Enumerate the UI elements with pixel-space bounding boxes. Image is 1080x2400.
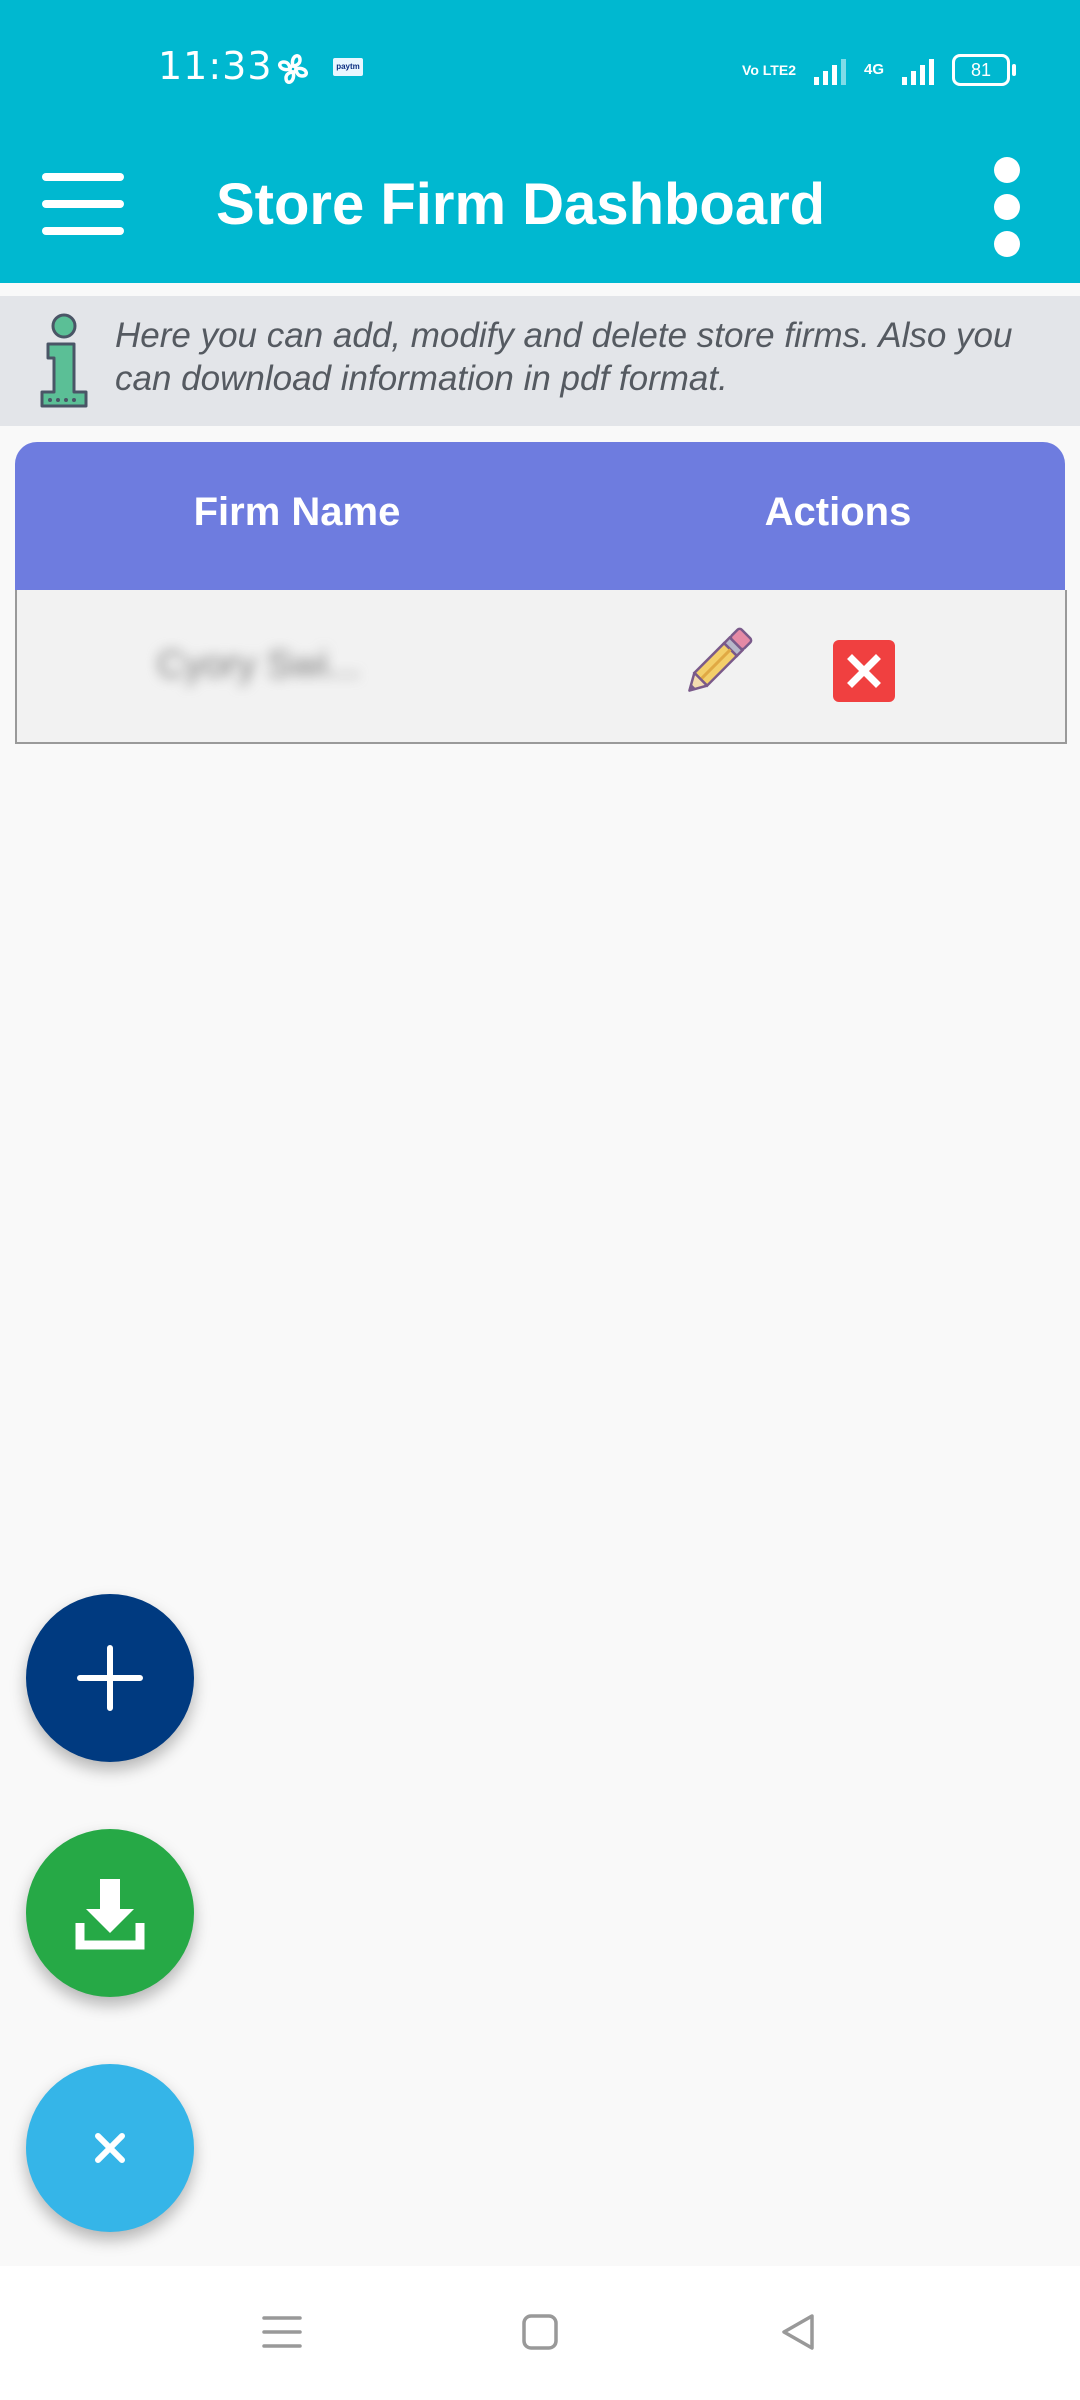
hamburger-icon[interactable] [42,169,126,239]
page-title: Store Firm Dashboard [216,172,826,237]
signal-icon-2 [902,55,934,85]
fan-icon [272,48,314,90]
signal-icon [813,55,846,85]
table-row[interactable]: Cyory Swi... [15,590,1067,744]
info-text: Here you can add, modify and delete stor… [115,316,1013,398]
close-menu-button[interactable] [26,2064,194,2232]
system-nav-bar [0,2266,1080,2400]
app-bar: Store Firm Dashboard [0,137,1080,283]
more-vert-icon[interactable] [990,157,1026,257]
close-icon [95,2133,125,2163]
status-bar: 11:33 paytm Vo LTE2 4G 81 [0,0,1080,137]
download-icon [75,1879,145,1950]
recents-menu-icon[interactable] [260,2310,304,2354]
back-icon[interactable] [776,2310,820,2354]
column-header-firm-name: Firm Name [193,490,401,534]
firm-name-cell: Cyory Swi... [157,644,360,686]
volte-indicator: Vo LTE2 [742,62,796,78]
paytm-icon: paytm [333,58,363,76]
info-icon [34,312,96,412]
column-header-actions: Actions [764,490,912,534]
home-icon[interactable] [518,2310,562,2354]
status-time: 11:33 [158,44,273,88]
add-firm-button[interactable] [26,1594,194,1762]
status-indicators: Vo LTE2 4G 81 [742,50,1016,90]
edit-pencil-icon[interactable] [672,618,762,708]
download-pdf-button[interactable] [26,1829,194,1997]
network-type: 4G [863,61,884,78]
plus-icon [77,1645,143,1711]
battery-icon: 81 [952,54,1016,86]
firm-table: Firm Name Actions Cyory Swi... [15,442,1067,745]
info-banner: Here you can add, modify and delete stor… [0,296,1080,426]
table-header: Firm Name Actions [15,442,1065,590]
delete-icon[interactable] [833,640,895,702]
